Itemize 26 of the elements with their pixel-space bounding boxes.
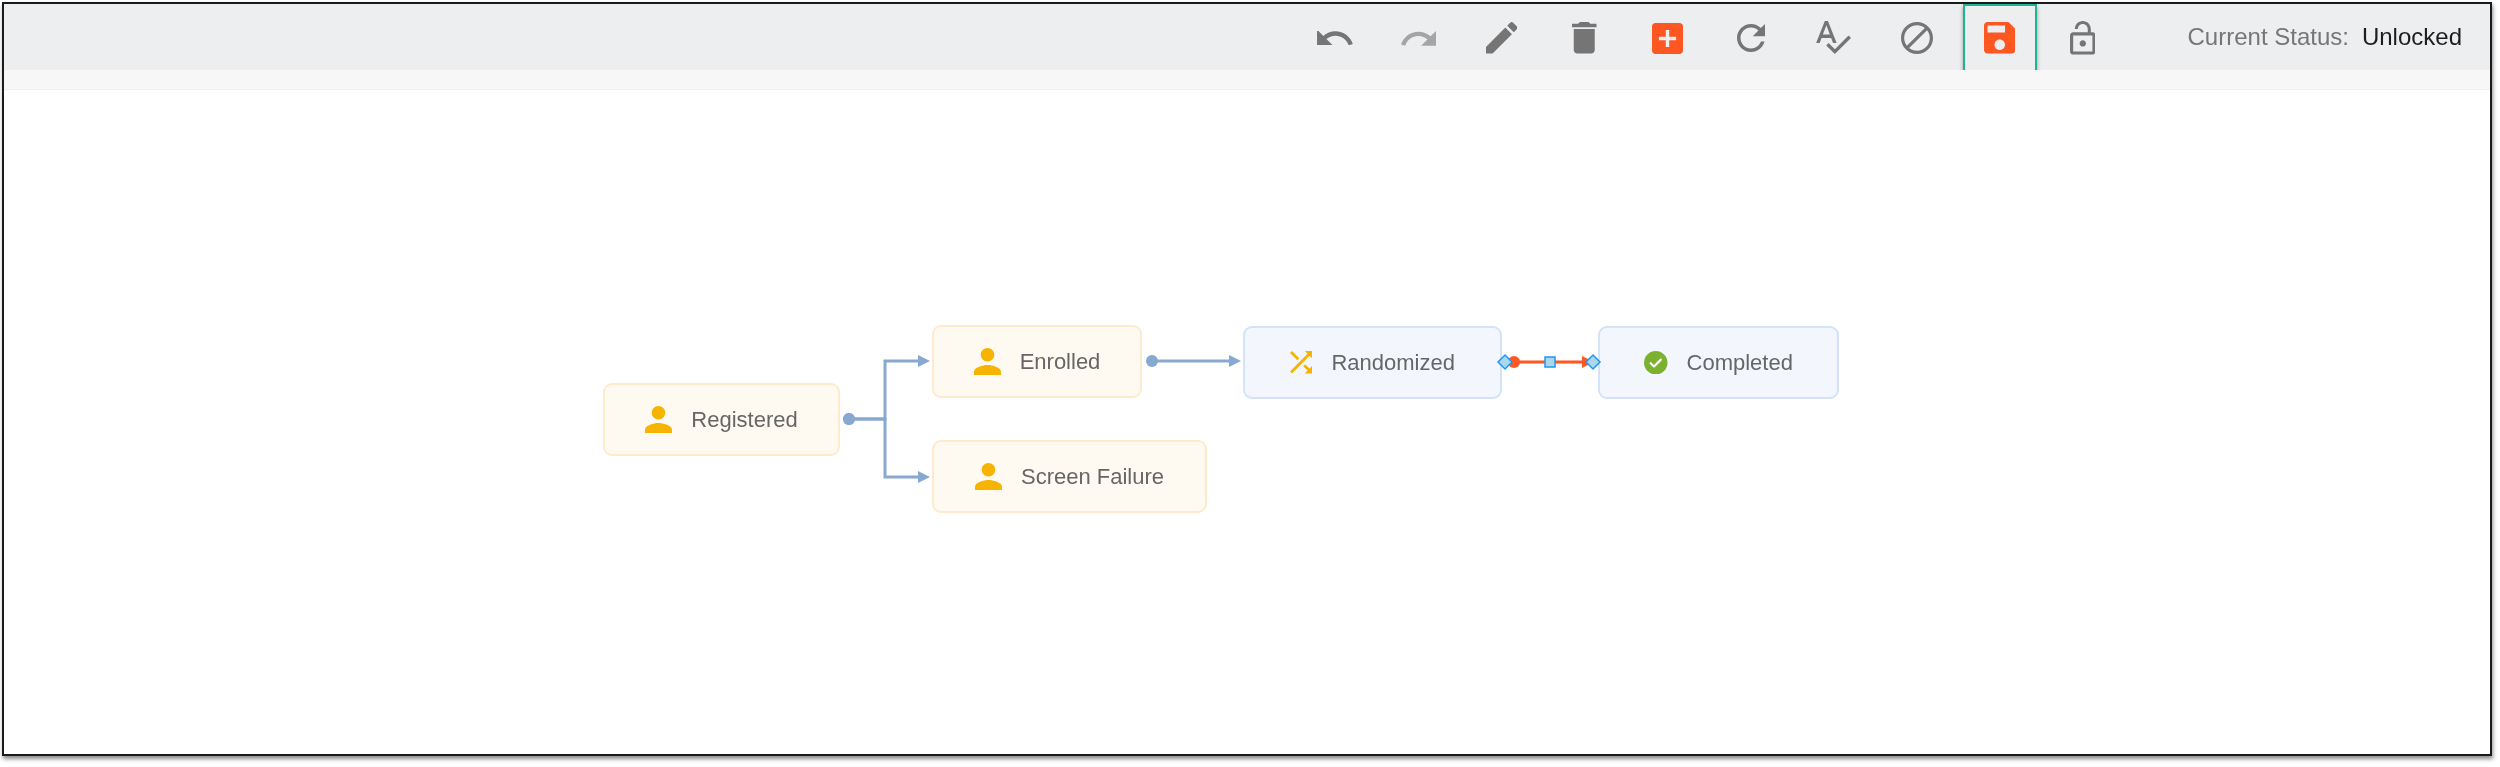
status-value: Unlocked	[2361, 22, 2462, 52]
state-node[interactable]: Screen Failure	[932, 440, 1207, 513]
person-icon	[974, 463, 1002, 490]
state-node[interactable]: Registered	[603, 383, 840, 456]
connector-arrow[interactable]	[843, 413, 930, 483]
prohibited-icon	[1900, 22, 1933, 54]
shuffle-icon	[1290, 351, 1313, 374]
refresh-icon	[1736, 24, 1765, 52]
pencil-icon	[1485, 22, 1518, 54]
spellcheck-icon	[1816, 21, 1852, 55]
open-padlock-icon	[2069, 21, 2096, 55]
undo-icon	[1317, 30, 1354, 46]
redo-icon	[1400, 29, 1437, 47]
trash-icon	[1572, 22, 1597, 54]
midpoint-handle[interactable]	[1544, 356, 1556, 368]
state-node[interactable]: Completed	[1598, 326, 1839, 399]
status-label: Current Status:	[2187, 22, 2349, 52]
check-circle-icon	[1644, 350, 1668, 375]
edge-handle[interactable]	[1584, 353, 1602, 371]
person-icon	[645, 406, 673, 433]
state-node[interactable]: Enrolled	[932, 325, 1142, 398]
person-icon	[973, 348, 1001, 375]
connector-arrow[interactable]	[1146, 355, 1241, 367]
connector-arrow[interactable]	[1496, 353, 1602, 371]
edge-handle[interactable]	[1496, 353, 1514, 371]
state-node[interactable]: Randomized	[1243, 326, 1502, 399]
